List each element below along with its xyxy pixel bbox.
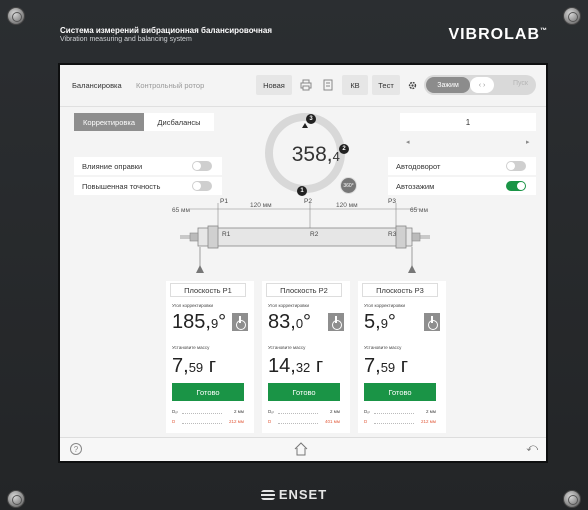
right-distance-label: 65 мм bbox=[410, 207, 428, 214]
option-auto-turn: Автодоворот bbox=[388, 157, 536, 175]
print-button[interactable] bbox=[296, 75, 316, 95]
mandrel-influence-toggle[interactable] bbox=[192, 161, 212, 171]
tolerance-row: Dₒₗ 2 мм bbox=[364, 409, 436, 414]
done-button[interactable]: Готово bbox=[268, 383, 340, 401]
back-icon[interactable]: ⤺ bbox=[526, 442, 538, 455]
device-subtitle: Vibration measuring and balancing system bbox=[60, 36, 192, 43]
marker-2: 2 bbox=[339, 144, 349, 154]
touch-screen: Балансировка Контрольный ротор Новая КВ … bbox=[58, 63, 548, 463]
high-accuracy-toggle[interactable] bbox=[192, 181, 212, 191]
help-icon[interactable]: ? bbox=[70, 443, 82, 455]
gap2-label: 120 мм bbox=[336, 202, 358, 209]
brand-logo: VIBROLAB™ bbox=[448, 26, 548, 43]
clamp-start-switch[interactable]: Зажим ‹ › Пуск bbox=[424, 75, 536, 95]
report-button[interactable] bbox=[318, 75, 338, 95]
plane-panel-p3: Плоскость P3 Угол корректировки 5,9° Уст… bbox=[358, 281, 446, 433]
option-high-accuracy: Повышенная точность bbox=[74, 177, 222, 195]
tolerance-row: Dₒₗ 2 мм bbox=[268, 409, 340, 414]
settings-button[interactable] bbox=[404, 75, 420, 95]
option-auto-clamp: Автозажим bbox=[388, 177, 536, 195]
done-button[interactable]: Готово bbox=[172, 383, 244, 401]
top-bar: Балансировка Контрольный ротор Новая КВ … bbox=[60, 65, 546, 107]
new-button[interactable]: Новая bbox=[256, 75, 292, 95]
correction-mass: 14,32 г bbox=[268, 355, 324, 377]
angle-caption: Угол корректировки bbox=[172, 303, 213, 308]
plane-r3-label: R3 bbox=[388, 231, 397, 238]
rotor-number-field[interactable]: 1 bbox=[400, 113, 536, 131]
printer-icon bbox=[300, 79, 312, 91]
prev-arrow-icon[interactable]: ◂ bbox=[406, 138, 410, 146]
panel-title: Плоскость P1 bbox=[170, 283, 246, 297]
angle-indicator-icon[interactable] bbox=[328, 313, 344, 331]
angle-indicator-icon[interactable] bbox=[232, 313, 248, 331]
tolerance-row: Dₒₗ 2 мм bbox=[172, 409, 244, 414]
plane-p2-label: P2 bbox=[304, 198, 312, 205]
left-distance-label: 65 мм bbox=[172, 207, 190, 214]
plane-panels: Плоскость P1 Угол корректировки 185,9° У… bbox=[166, 281, 446, 433]
auto-clamp-toggle[interactable] bbox=[506, 181, 526, 191]
clamp-label: Зажим bbox=[426, 77, 470, 93]
tab-imbalances[interactable]: Дисбалансы bbox=[144, 113, 214, 131]
auto-turn-toggle[interactable] bbox=[506, 161, 526, 171]
home-icon[interactable] bbox=[293, 442, 309, 456]
maker-logo: ENSET bbox=[0, 487, 588, 502]
test-button[interactable]: Тест bbox=[372, 75, 400, 95]
gap1-label: 120 мм bbox=[250, 202, 272, 209]
correction-angle: 83,0° bbox=[268, 311, 312, 333]
option-mandrel-influence: Влияние оправки bbox=[74, 157, 222, 175]
screw-icon bbox=[7, 7, 25, 25]
mass-caption: Установите массу bbox=[364, 345, 402, 350]
correction-angle: 185,9° bbox=[172, 311, 227, 333]
plane-r1-label: R1 bbox=[222, 231, 231, 238]
plane-p1-label: P1 bbox=[220, 198, 228, 205]
panel-title: Плоскость P2 bbox=[266, 283, 342, 297]
gear-icon bbox=[408, 81, 416, 89]
rotate-360-button[interactable]: 360° bbox=[340, 177, 357, 194]
mass-caption: Установите массу bbox=[172, 345, 210, 350]
done-button[interactable]: Готово bbox=[364, 383, 436, 401]
start-label: Пуск bbox=[512, 80, 528, 87]
marker-3: 3 bbox=[306, 114, 316, 124]
tab-correction[interactable]: Корректировка bbox=[74, 113, 144, 131]
plane-r2-label: R2 bbox=[310, 231, 319, 238]
tab-control-rotor[interactable]: Контрольный ротор bbox=[136, 81, 204, 90]
document-icon bbox=[323, 79, 333, 91]
angle-caption: Угол корректировки bbox=[268, 303, 309, 308]
correction-mass: 7,59 г bbox=[364, 355, 409, 377]
mass-caption: Установите массу bbox=[268, 345, 306, 350]
switch-knob[interactable]: ‹ › bbox=[470, 77, 494, 93]
diameter-row: D 212 мм bbox=[364, 419, 436, 424]
screw-icon bbox=[563, 7, 581, 25]
tab-balancing[interactable]: Балансировка bbox=[72, 81, 122, 90]
panel-title: Плоскость P3 bbox=[362, 283, 438, 297]
device-title: Система измерений вибрационная балансиро… bbox=[60, 26, 273, 35]
angle-caption: Угол корректировки bbox=[364, 303, 405, 308]
bottom-bar: ? ⤺ bbox=[60, 437, 546, 461]
angle-indicator-icon[interactable] bbox=[424, 313, 440, 331]
maker-mark-icon bbox=[260, 490, 275, 500]
diameter-row: D 401 мм bbox=[268, 419, 340, 424]
plane-p3-label: P3 bbox=[388, 198, 396, 205]
marker-1: 1 bbox=[297, 186, 307, 196]
correction-mass: 7,59 г bbox=[172, 355, 217, 377]
plane-panel-p1: Плоскость P1 Угол корректировки 185,9° У… bbox=[166, 281, 254, 433]
correction-angle: 5,9° bbox=[364, 311, 396, 333]
diameter-row: D 212 мм bbox=[172, 419, 244, 424]
kv-button[interactable]: КВ bbox=[342, 75, 368, 95]
device-frame: Система измерений вибрационная балансиро… bbox=[0, 0, 588, 510]
plane-panel-p2: Плоскость P2 Угол корректировки 83,0° Ус… bbox=[262, 281, 350, 433]
next-arrow-icon[interactable]: ▸ bbox=[526, 138, 530, 146]
